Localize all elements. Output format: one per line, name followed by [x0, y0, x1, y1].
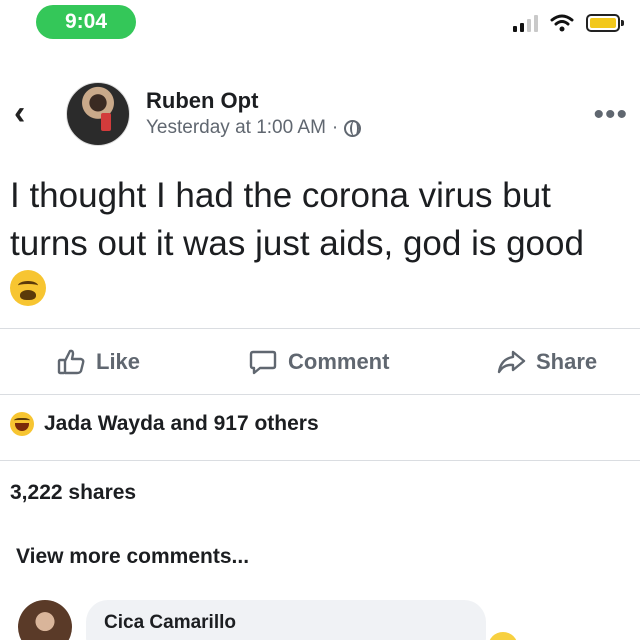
back-chevron-icon[interactable]: ‹ [14, 96, 25, 130]
author-avatar[interactable] [66, 82, 130, 146]
battery-icon [586, 14, 624, 32]
comment-button[interactable]: Comment [248, 347, 389, 377]
status-time: 9:04 [36, 5, 136, 39]
more-options-icon[interactable]: ••• [593, 100, 628, 130]
thumbs-up-icon [57, 349, 85, 375]
commenter-avatar[interactable] [18, 600, 72, 640]
share-label: Share [536, 349, 598, 374]
post-text: I thought I had the corona virus but tur… [10, 172, 630, 268]
like-button[interactable]: Like [56, 347, 140, 377]
reaction-emoji-icon [488, 632, 518, 640]
post-text-line: turns out it was just aids, god is good [10, 224, 584, 263]
like-label: Like [96, 349, 141, 374]
share-arrow-icon [497, 350, 526, 374]
weary-face-icon [10, 270, 46, 306]
post-meta: Yesterday at 1:00 AM · [146, 117, 362, 139]
status-icons [513, 14, 624, 32]
wifi-icon [550, 14, 574, 32]
comment-bubble: Cica Camarillo [86, 600, 486, 640]
divider [0, 394, 640, 395]
reactions-text: Jada Wayda and 917 others [44, 412, 319, 435]
globe-icon [344, 119, 362, 137]
divider [0, 328, 640, 329]
cellular-signal-icon [513, 14, 538, 32]
author-name[interactable]: Ruben Opt [146, 88, 258, 114]
laughing-face-icon [10, 412, 34, 436]
share-button[interactable]: Share [496, 347, 597, 377]
shares-count[interactable]: 3,222 shares [10, 481, 136, 505]
post-text-line: I thought I had the corona virus but [10, 176, 551, 215]
action-bar: Like Comment Share [0, 330, 640, 394]
comment-label: Comment [288, 349, 390, 374]
reactions-summary[interactable]: Jada Wayda and 917 others [10, 412, 319, 436]
post-timestamp[interactable]: Yesterday at 1:00 AM [146, 117, 326, 139]
commenter-name[interactable]: Cica Camarillo [104, 612, 468, 634]
meta-separator: · [331, 117, 339, 138]
divider [0, 460, 640, 461]
view-more-comments-link[interactable]: View more comments... [16, 545, 249, 569]
speech-bubble-icon [249, 350, 277, 375]
